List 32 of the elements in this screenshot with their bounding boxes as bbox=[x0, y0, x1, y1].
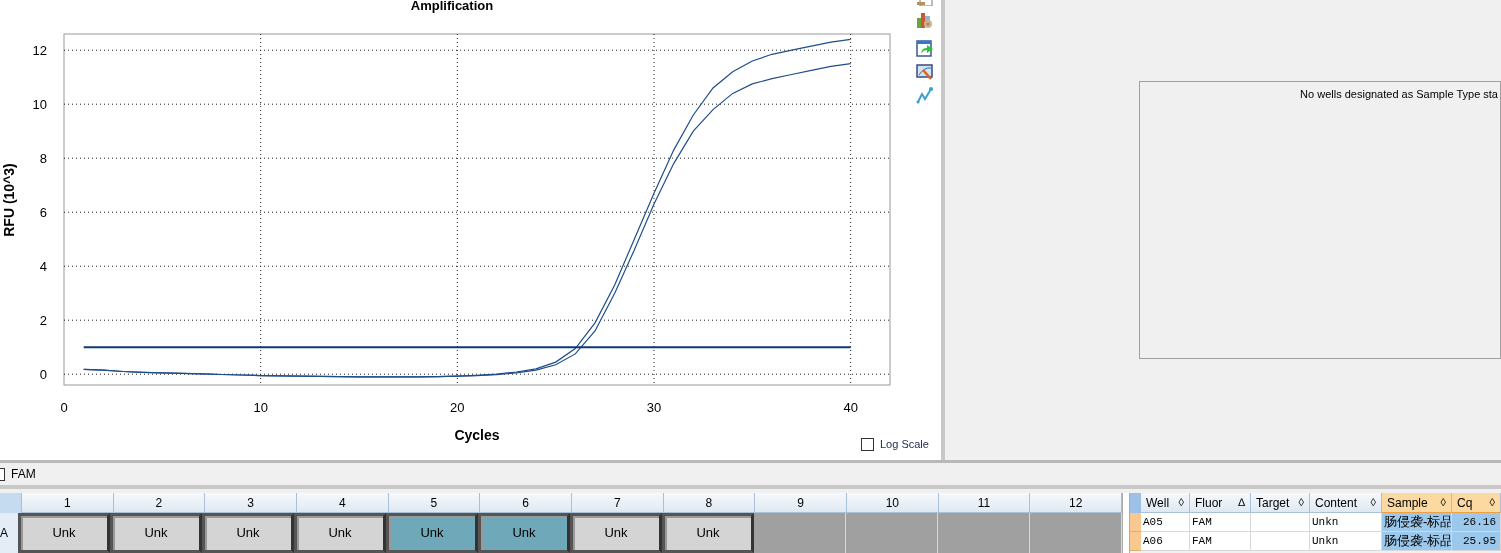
y-tick-label: 6 bbox=[39, 205, 47, 221]
table-cell: Unkn bbox=[1310, 532, 1382, 551]
x-tick-label: 40 bbox=[843, 400, 858, 415]
column-title: Sample bbox=[1387, 494, 1428, 512]
column-title: Content bbox=[1315, 494, 1358, 512]
y-tick-label: 12 bbox=[32, 43, 47, 59]
column-title: Target bbox=[1256, 494, 1290, 512]
y-tick-label: 4 bbox=[39, 259, 47, 275]
table-cell: FAM bbox=[1190, 513, 1251, 532]
column-title: Well bbox=[1146, 494, 1170, 512]
y-tick-label: 10 bbox=[32, 97, 47, 113]
x-tick-label: 20 bbox=[450, 400, 465, 415]
table-cell: 25.95 bbox=[1452, 532, 1501, 551]
table-cell: Unkn bbox=[1310, 513, 1382, 532]
column-title: Fluor bbox=[1195, 494, 1223, 512]
empty-chart-message: No wells designated as Sample Type sta bbox=[1299, 87, 1499, 102]
table-cell: FAM bbox=[1190, 532, 1251, 551]
y-tick-label: 8 bbox=[39, 151, 47, 167]
column-title: Cq bbox=[1457, 494, 1473, 512]
x-tick-label: 10 bbox=[253, 400, 268, 415]
chart-title: Amplification bbox=[410, 0, 494, 13]
checkbox-label: Log Scale bbox=[880, 437, 929, 452]
y-tick-label: 0 bbox=[39, 367, 47, 383]
y-tick-label: 2 bbox=[39, 313, 47, 329]
x-tick-label: 30 bbox=[646, 400, 662, 415]
x-axis-title: Cycles bbox=[454, 427, 500, 443]
table-cell: 26.16 bbox=[1452, 513, 1501, 532]
table-cell: A05 bbox=[1141, 513, 1190, 532]
checkbox-label: FAM bbox=[11, 466, 36, 483]
table-cell: A06 bbox=[1141, 532, 1190, 551]
y-axis-title: RFU (10^3) bbox=[1, 163, 17, 237]
x-tick-label: 0 bbox=[60, 400, 68, 415]
